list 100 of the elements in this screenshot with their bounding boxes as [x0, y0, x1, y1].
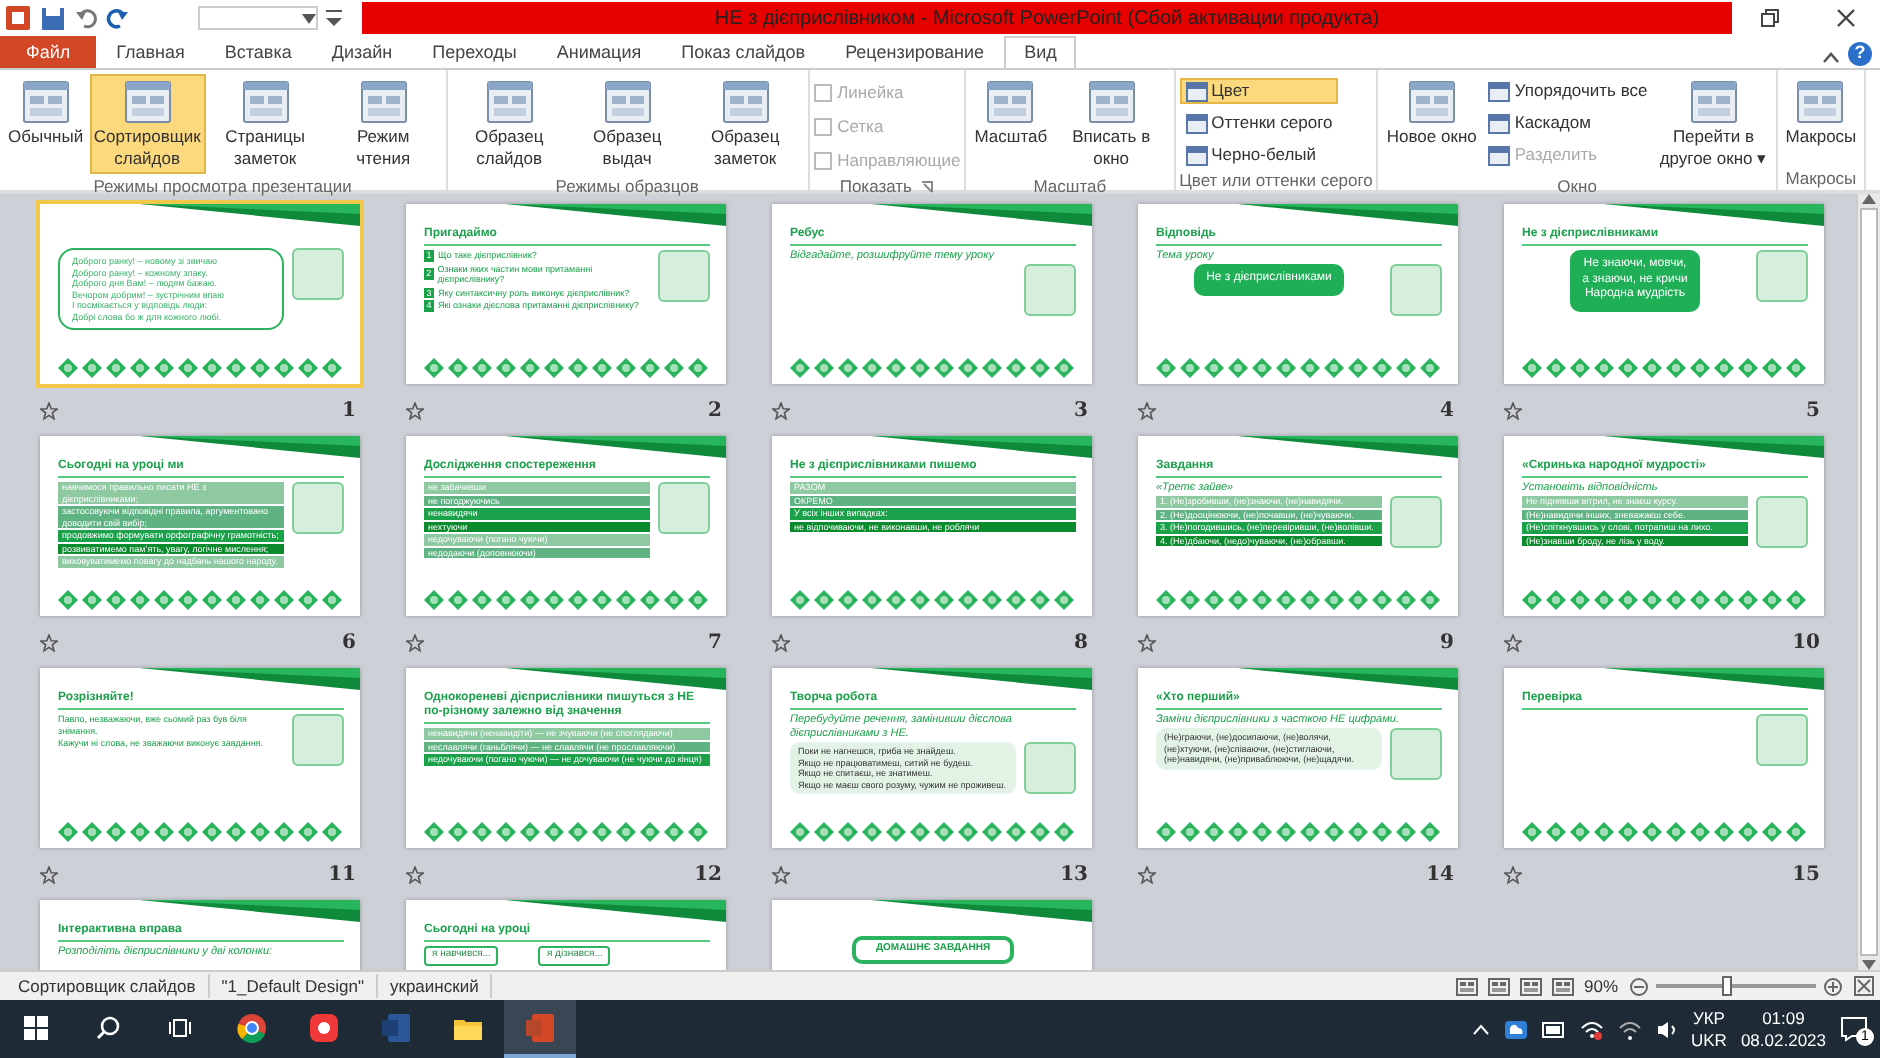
wifi-icon[interactable]: [1617, 1019, 1641, 1039]
clock-time[interactable]: 01:09: [1762, 1007, 1805, 1029]
file-tab[interactable]: Файл: [0, 36, 97, 68]
status-text: украинский: [377, 973, 493, 999]
slide-thumbnail[interactable]: [1138, 436, 1458, 616]
star-icon[interactable]: [1138, 865, 1156, 883]
window-icon: [1185, 145, 1208, 165]
network-icon[interactable]: [1579, 1019, 1603, 1039]
ribbon-button[interactable]: Страницы заметок: [207, 74, 324, 174]
group-label: Показать: [839, 173, 912, 199]
star-icon[interactable]: [1504, 633, 1522, 651]
ribbon-tab[interactable]: Вид: [1004, 36, 1077, 68]
slide-thumbnail[interactable]: [1504, 436, 1824, 616]
ribbon-button[interactable]: Черно-белый: [1179, 142, 1339, 168]
slider-thumb[interactable]: [1722, 976, 1732, 996]
app-icon[interactable]: [4, 4, 32, 32]
keyboard-language[interactable]: UKR: [1691, 1029, 1727, 1051]
star-icon[interactable]: [772, 633, 790, 651]
star-icon[interactable]: [40, 633, 58, 651]
undo-icon[interactable]: [74, 6, 98, 30]
star-icon[interactable]: [1504, 865, 1522, 883]
ribbon-button[interactable]: Образец заметок: [687, 74, 804, 174]
window-icon: [483, 78, 536, 126]
dialog-launcher-icon[interactable]: [919, 179, 934, 193]
notification-icon[interactable]: [1840, 1016, 1868, 1042]
ribbon-button[interactable]: Цвет: [1179, 78, 1339, 104]
ribbon-button[interactable]: Упорядочить все: [1482, 78, 1654, 104]
presentation-icon: [524, 1011, 556, 1043]
slide-number: 1: [342, 397, 356, 425]
ribbon-button[interactable]: Перейти в другое окно ▾: [1655, 74, 1772, 174]
ribbon-tab[interactable]: Анимация: [536, 36, 662, 68]
ribbon-button[interactable]: Вписать в окно: [1053, 74, 1170, 174]
start-icon: [24, 1015, 48, 1039]
zoom-in-icon[interactable]: [1824, 977, 1842, 995]
slide-number: 11: [328, 861, 356, 889]
ribbon-button[interactable]: Обычный: [4, 74, 88, 174]
task-view-icon: [168, 1015, 192, 1039]
reading-view-icon[interactable]: [1519, 977, 1542, 995]
caret-icon[interactable]: [1471, 1023, 1489, 1035]
ribbon-tab[interactable]: Показ слайдов: [661, 36, 826, 68]
star-icon[interactable]: [40, 865, 58, 883]
ribbon-tab[interactable]: Переходы: [412, 36, 537, 68]
zoom-out-icon[interactable]: [1630, 977, 1648, 995]
star-icon[interactable]: [772, 865, 790, 883]
cloud-icon[interactable]: [1503, 1019, 1527, 1039]
window-icon: [1794, 78, 1847, 126]
slide-number: 10: [1792, 629, 1820, 657]
star-icon[interactable]: [406, 865, 424, 883]
ribbon-tab[interactable]: Главная: [96, 36, 205, 68]
slide-number: 3: [1074, 397, 1088, 425]
save-icon[interactable]: [40, 5, 66, 31]
group-label: Окно: [1557, 173, 1597, 199]
ribbon-button[interactable]: Сортировщик слайдов: [89, 74, 206, 174]
window-icon: [1488, 81, 1511, 101]
slide-thumbnail[interactable]: [40, 436, 360, 616]
collapse-ribbon-icon[interactable]: [1822, 50, 1840, 68]
clock-date[interactable]: 08.02.2023: [1740, 1029, 1826, 1051]
slide-thumbnail[interactable]: [772, 668, 1092, 848]
ribbon-button[interactable]: Режим чтения: [325, 74, 442, 174]
group-label: Цвет или оттенки серого: [1179, 167, 1373, 193]
speaker-icon[interactable]: [1655, 1019, 1677, 1039]
star-icon[interactable]: [1138, 401, 1156, 419]
zoom-level: 90%: [1583, 973, 1618, 999]
slide-number: 5: [1806, 397, 1820, 425]
ribbon-button[interactable]: Образец слайдов: [451, 74, 568, 174]
star-icon[interactable]: [406, 401, 424, 419]
ribbon-tab[interactable]: Рецензирование: [825, 36, 1005, 68]
caret-icon: [302, 13, 316, 23]
window-icon: [121, 78, 174, 126]
redo-icon[interactable]: [106, 6, 130, 30]
slide-thumbnail[interactable]: [406, 668, 726, 848]
ribbon-button[interactable]: Макросы: [1781, 74, 1861, 166]
ribbon-button[interactable]: Новое окно: [1382, 74, 1481, 174]
fit-window-icon[interactable]: [1854, 976, 1874, 996]
window-icon: [1488, 145, 1511, 165]
slide-sorter-icon[interactable]: [1487, 977, 1510, 995]
close-icon[interactable]: [1836, 8, 1856, 28]
battery-icon[interactable]: [1541, 1021, 1565, 1037]
ribbon-tab[interactable]: Дизайн: [311, 36, 413, 68]
normal-view-icon[interactable]: [1455, 977, 1478, 995]
ribbon-button[interactable]: Каскадом: [1482, 110, 1654, 136]
dropdown-field[interactable]: [198, 6, 318, 30]
customize-caret-icon[interactable]: [326, 8, 342, 28]
ribbon-tab[interactable]: Вставка: [204, 36, 312, 68]
ribbon-button[interactable]: Масштаб: [970, 74, 1052, 174]
slideshow-icon[interactable]: [1551, 977, 1574, 995]
scrollbar[interactable]: [1856, 194, 1880, 970]
ribbon-button[interactable]: Оттенки серого: [1179, 110, 1339, 136]
restore-icon[interactable]: [1760, 8, 1780, 28]
star-icon[interactable]: [406, 633, 424, 651]
ribbon-button[interactable]: Образец выдач: [569, 74, 686, 174]
star-icon[interactable]: [772, 401, 790, 419]
window-title: НЕ з дієприслівником - Microsoft PowerPoint (Сбой активации продукта): [714, 5, 1380, 33]
star-icon[interactable]: [1138, 633, 1156, 651]
window-icon: [357, 78, 410, 126]
keyboard-language[interactable]: УКР: [1692, 1007, 1725, 1029]
star-icon[interactable]: [40, 401, 58, 419]
star-icon[interactable]: [1504, 401, 1522, 419]
window-icon: [1687, 78, 1740, 126]
help-button[interactable]: ?: [1848, 42, 1872, 66]
